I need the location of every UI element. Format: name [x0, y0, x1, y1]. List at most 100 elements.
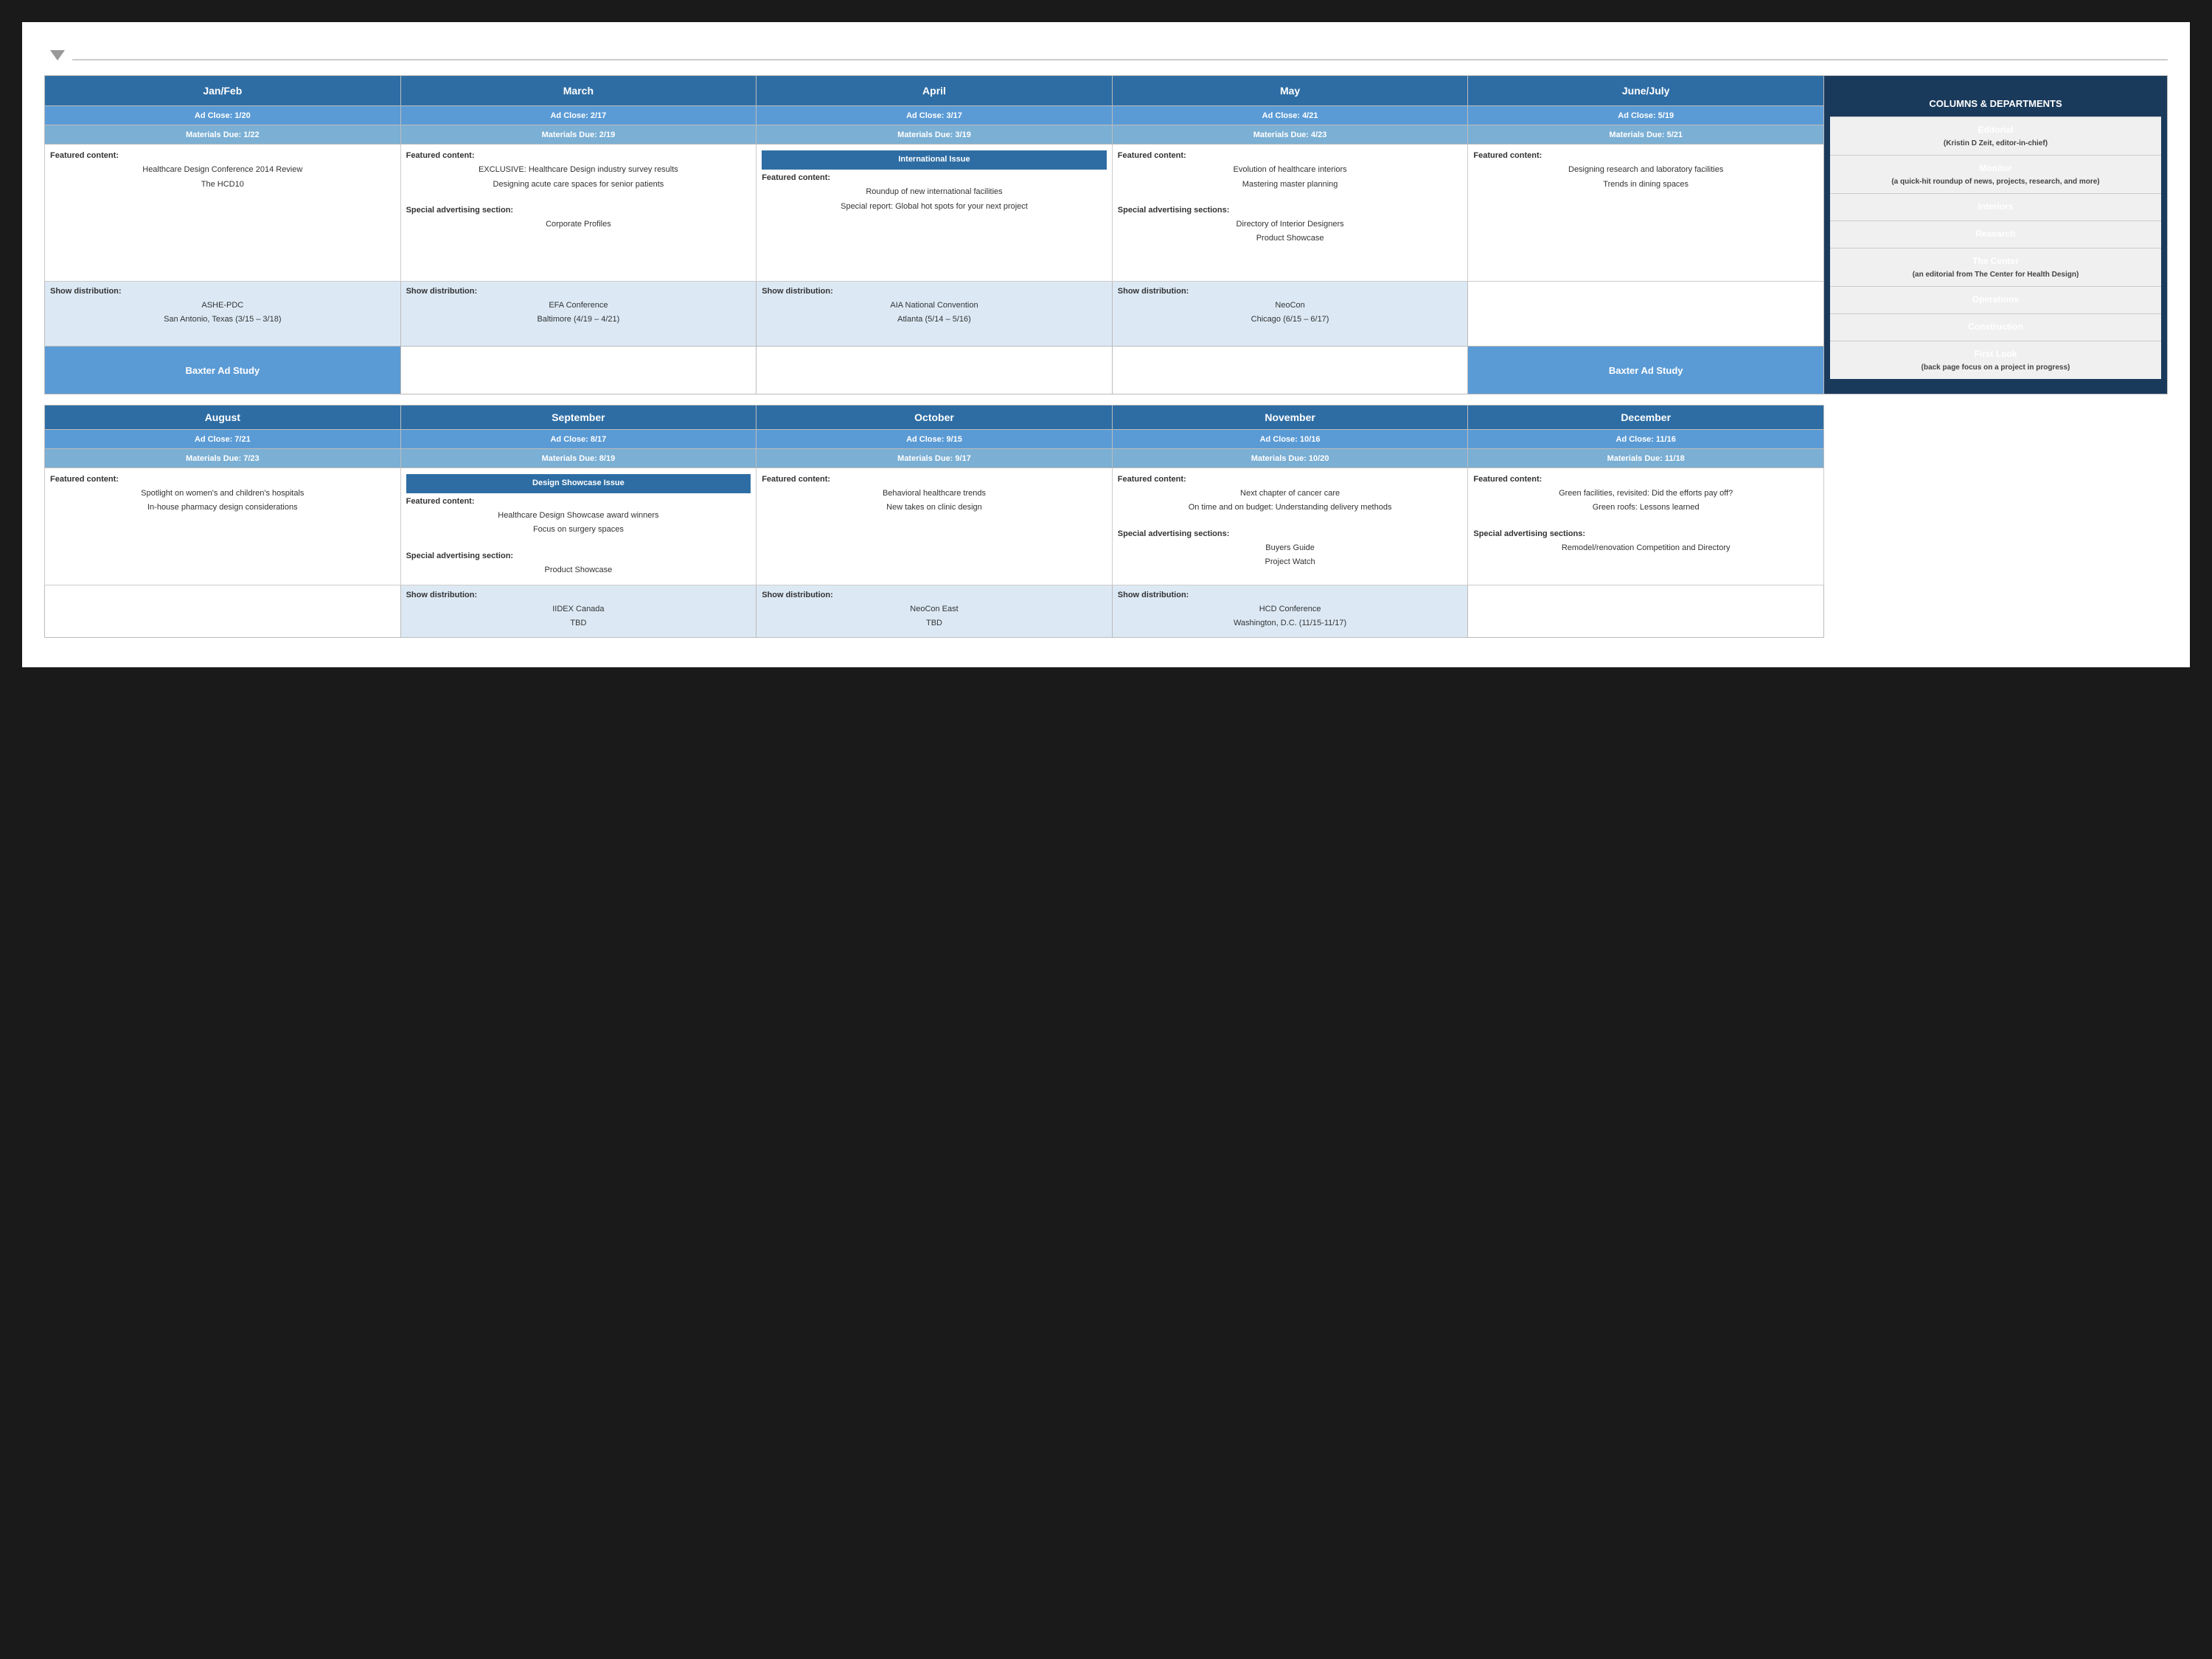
intl-issue-label: International Issue: [762, 150, 1107, 170]
special-item: Product Showcase: [406, 565, 751, 576]
title-line: [72, 59, 2168, 60]
show-label: Show distribution:: [1118, 286, 1463, 298]
sidebar-item-title-4: The Center: [1836, 256, 2155, 266]
content-cell-4: Featured content:Designing research and …: [1468, 145, 1824, 281]
show-dist-cell-4: [1468, 585, 1824, 637]
materials-due-0: Materials Due: 7/23: [45, 449, 401, 468]
sidebar-item-title-0: Editorial: [1836, 125, 2155, 135]
show-item: AIA National Convention: [762, 300, 1107, 311]
show-item: TBD: [406, 618, 751, 629]
content-cell-1: Featured content: EXCLUSIVE: Healthcare D…: [400, 145, 757, 281]
ad-close-3: Ad Close: 10/16: [1112, 430, 1468, 449]
materials-due-1: Materials Due: 2/19: [400, 125, 757, 145]
special-item: Buyers Guide: [1118, 543, 1463, 554]
month-header-april: April: [757, 76, 1113, 106]
featured-label: Featured content:: [1473, 150, 1818, 162]
sidebar-item-3: Research: [1830, 220, 2161, 248]
materials-due-4: Materials Due: 11/18: [1468, 449, 1824, 468]
featured-item: Roundup of new international facilities: [762, 187, 1107, 198]
baxter-cell-1: [400, 347, 757, 394]
sidebar-item-1: Monitor (a quick-hit roundup of news, pro…: [1830, 155, 2161, 193]
featured-item: On time and on budget: Understanding del…: [1118, 502, 1463, 513]
sidebar-item-title-2: Interiors: [1836, 201, 2155, 212]
featured-label: Featured content:: [406, 150, 751, 162]
sidebar-item-sub-0: (Kristin D Zeit, editor-in-chief): [1944, 139, 2048, 147]
ad-close-1: Ad Close: 2/17: [400, 106, 757, 125]
featured-label: Featured content:: [406, 496, 751, 508]
show-label: Show distribution:: [762, 286, 1107, 298]
content-cell-2: International IssueFeatured content:Roun…: [757, 145, 1113, 281]
month-header-june-july: June/July: [1468, 76, 1824, 106]
featured-item: Healthcare Design Showcase award winners: [406, 510, 751, 521]
show-item: TBD: [762, 618, 1107, 629]
show-label: Show distribution:: [1118, 590, 1463, 602]
month-header-may: May: [1112, 76, 1468, 106]
featured-item: Behavioral healthcare trends: [762, 488, 1107, 499]
design-showcase-label: Design Showcase Issue: [406, 474, 751, 493]
sidebar-item-title-6: Construction: [1836, 321, 2155, 332]
show-dist-cell-3: Show distribution:NeoConChicago (6/15 – …: [1112, 281, 1468, 346]
materials-due-4: Materials Due: 5/21: [1468, 125, 1824, 145]
special-label: Special advertising sections:: [1118, 205, 1463, 217]
show-item: EFA Conference: [406, 300, 751, 311]
materials-due-1: Materials Due: 8/19: [400, 449, 757, 468]
month-header-august: August: [45, 406, 401, 430]
sidebar-item-title-1: Monitor: [1836, 163, 2155, 173]
calendar-wrapper: Jan/FebMarchAprilMayJune/JulyCOLUMNS & D…: [44, 75, 2168, 638]
title-area: [44, 44, 2168, 60]
materials-due-3: Materials Due: 10/20: [1112, 449, 1468, 468]
show-label: Show distribution:: [406, 286, 751, 298]
arrow-icon: [50, 50, 65, 60]
sidebar-item-2: Interiors: [1830, 193, 2161, 220]
featured-item: Focus on surgery spaces: [406, 524, 751, 535]
show-dist-cell-0: Show distribution:ASHE-PDCSan Antonio, T…: [45, 281, 401, 346]
ad-close-4: Ad Close: 5/19: [1468, 106, 1824, 125]
featured-item: New takes on clinic design: [762, 502, 1107, 513]
month-header-october: October: [757, 406, 1113, 430]
sidebar-item-sub-7: (back page focus on a project in progres…: [1921, 364, 2070, 372]
ad-close-4: Ad Close: 11/16: [1468, 430, 1824, 449]
show-dist-cell-1: Show distribution:IIDEX CanadaTBD: [400, 585, 757, 637]
sidebar-item-0: Editorial (Kristin D Zeit, editor-in-chie…: [1830, 116, 2161, 155]
content-cell-0: Featured content:Healthcare Design Confe…: [45, 145, 401, 281]
sidebar-item-4: The Center (an editorial from The Center …: [1830, 248, 2161, 286]
featured-item: The HCD10: [50, 179, 395, 190]
special-item: Remodel/renovation Competition and Direc…: [1473, 543, 1818, 554]
show-item: San Antonio, Texas (3/15 – 3/18): [50, 314, 395, 325]
ad-close-0: Ad Close: 7/21: [45, 430, 401, 449]
special-label: Special advertising section:: [406, 205, 751, 217]
ad-close-1: Ad Close: 8/17: [400, 430, 757, 449]
show-dist-cell-2: Show distribution: AIA National Conventio…: [757, 281, 1113, 346]
sidebar-item-title-5: Operations: [1836, 294, 2155, 305]
content-cell-2: Featured content:Behavioral healthcare t…: [757, 468, 1113, 585]
show-item: Chicago (6/15 – 6/17): [1118, 314, 1463, 325]
show-dist-cell-0: [45, 585, 401, 637]
featured-item: Next chapter of cancer care: [1118, 488, 1463, 499]
sidebar-item-sub-4: (an editorial from The Center for Health…: [1913, 271, 2079, 279]
show-dist-cell-4: [1468, 281, 1824, 346]
featured-item: EXCLUSIVE: Healthcare Design industry su…: [406, 164, 751, 175]
sidebar-header: COLUMNS & DEPARTMENTS Editorial (Kristin D…: [1823, 76, 2167, 394]
sidebar-title: COLUMNS & DEPARTMENTS: [1830, 91, 2161, 116]
show-item: HCD Conference: [1118, 604, 1463, 615]
featured-item: Designing acute care spaces for senior p…: [406, 179, 751, 190]
show-item: Washington, D.C. (11/15-11/17): [1118, 618, 1463, 629]
baxter-cell-4: Baxter Ad Study: [1468, 347, 1824, 394]
featured-item: Green roofs: Lessons learned: [1473, 502, 1818, 513]
sidebar-item-title-3: Research: [1836, 229, 2155, 239]
featured-item: Spotlight on women's and children's hosp…: [50, 488, 395, 499]
featured-label: Featured content:: [1473, 474, 1818, 486]
featured-label: Featured content:: [50, 150, 395, 162]
materials-due-2: Materials Due: 3/19: [757, 125, 1113, 145]
sidebar-item-sub-1: (a quick-hit roundup of news, projects, …: [1891, 178, 2099, 186]
materials-due-0: Materials Due: 1/22: [45, 125, 401, 145]
special-label: Special advertising sections:: [1473, 529, 1818, 540]
special-item: Corporate Profiles: [406, 219, 751, 230]
featured-item: Trends in dining spaces: [1473, 179, 1818, 190]
ad-close-3: Ad Close: 4/21: [1112, 106, 1468, 125]
sidebar-item-5: Operations: [1830, 286, 2161, 313]
ad-close-2: Ad Close: 3/17: [757, 106, 1113, 125]
content-cell-0: Featured content:Spotlight on women's an…: [45, 468, 401, 585]
special-item: Product Showcase: [1118, 233, 1463, 244]
row1-table: Jan/FebMarchAprilMayJune/JulyCOLUMNS & D…: [44, 75, 2168, 394]
